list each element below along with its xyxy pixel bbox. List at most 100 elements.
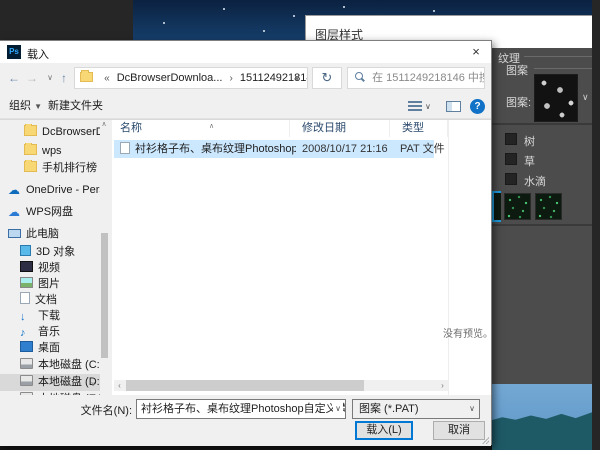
help-icon[interactable]: ? bbox=[470, 99, 485, 114]
disk-icon bbox=[20, 358, 33, 369]
preview-pane: 没有预览。 bbox=[443, 120, 493, 395]
address-dropdown-icon[interactable]: ∨ bbox=[288, 67, 306, 89]
pattern-subsection-title: 图案 bbox=[506, 65, 528, 77]
back-icon[interactable]: ← bbox=[6, 69, 22, 87]
load-button[interactable]: 载入(L) bbox=[355, 421, 413, 440]
pattern-swatch[interactable] bbox=[504, 193, 531, 220]
onedrive-cloud-icon: ☁ bbox=[8, 183, 20, 197]
sidebar-item-phone-ranking[interactable]: 手机排行榜 bbox=[0, 160, 100, 177]
sidebar-item-documents[interactable]: 文档 bbox=[0, 292, 100, 309]
forward-icon[interactable]: → bbox=[24, 69, 40, 87]
sidebar-item-desktop[interactable]: 桌面 bbox=[0, 340, 100, 357]
folder-icon bbox=[24, 124, 37, 136]
computer-icon bbox=[8, 229, 21, 238]
sidebar-item-pictures[interactable]: 图片 bbox=[0, 276, 100, 293]
sidebar-scrollbar[interactable] bbox=[101, 128, 108, 390]
file-row-selected[interactable]: 衬衫格子布、桌布纹理Photoshop自定... 2008/10/17 21:1… bbox=[114, 140, 445, 158]
folder-icon bbox=[24, 160, 37, 172]
search-input[interactable]: 在 1511249218146 中搜索 bbox=[347, 67, 485, 89]
new-folder-button[interactable]: 新建文件夹 bbox=[48, 97, 103, 115]
disk-icon bbox=[20, 392, 33, 395]
selected-pattern-swatch[interactable] bbox=[492, 191, 501, 222]
breadcrumb-root[interactable]: DcBrowserDownloa... bbox=[117, 72, 223, 84]
pattern-swatch[interactable] bbox=[535, 193, 562, 220]
sidebar-item-disk-c[interactable]: 本地磁盘 (C:) bbox=[0, 357, 100, 374]
sidebar-item-music[interactable]: ♪ 音乐 bbox=[0, 324, 100, 341]
up-icon[interactable]: ↑ bbox=[56, 69, 72, 87]
resize-grip[interactable] bbox=[482, 437, 489, 444]
pattern-swatch-row bbox=[490, 190, 600, 223]
star bbox=[293, 15, 295, 17]
horizontal-scrollbar[interactable]: ‹ › bbox=[114, 380, 448, 391]
pattern-dropdown-icon[interactable]: ∨ bbox=[582, 92, 589, 103]
view-options-caret-icon[interactable]: ∨ bbox=[425, 102, 431, 111]
pattern-list-item[interactable]: 草 bbox=[490, 150, 600, 168]
column-header-type[interactable]: 类型 bbox=[396, 120, 448, 137]
scroll-right-icon[interactable]: › bbox=[437, 380, 448, 391]
navigation-sidebar: DcBrowserDow wps 手机排行榜 ☁OneDrive - Pers … bbox=[0, 120, 112, 395]
sort-ascending-icon: ∧ bbox=[209, 123, 215, 130]
filename-value: 衬衫格子布、桌布纹理Photoshop自定义填充素材下载 bbox=[141, 403, 345, 415]
pattern-item-label: 草 bbox=[524, 156, 535, 168]
organize-button[interactable]: 组织 ▼ bbox=[9, 97, 42, 115]
scrollbar-thumb[interactable] bbox=[126, 380, 364, 391]
star bbox=[223, 8, 225, 10]
filetype-select[interactable]: 图案 (*.PAT) ∨ bbox=[352, 399, 480, 419]
pattern-list-item[interactable]: 水滴 bbox=[490, 170, 600, 188]
sidebar-item-3d-objects[interactable]: 3D 对象 bbox=[0, 244, 100, 261]
sidebar-item-dcbrowser[interactable]: DcBrowserDow bbox=[0, 124, 100, 141]
sidebar-item-onedrive[interactable]: ☁ OneDrive - Pers bbox=[0, 182, 100, 199]
new-folder-label: 新建文件夹 bbox=[48, 100, 103, 112]
dialog-main-area: DcBrowserDow wps 手机排行榜 ☁OneDrive - Pers … bbox=[0, 119, 493, 395]
cancel-button[interactable]: 取消 bbox=[433, 421, 485, 440]
chevron-down-icon[interactable]: ∨ bbox=[333, 400, 343, 418]
sidebar-item-disk-e[interactable]: 本地磁盘 (E:) bbox=[0, 391, 100, 395]
sidebar-item-videos[interactable]: 视频 bbox=[0, 260, 100, 277]
column-header-name[interactable]: 名称 ∧ bbox=[114, 120, 290, 137]
breadcrumb-prefix: « bbox=[104, 73, 110, 84]
file-date-cell: 2008/10/17 21:16 bbox=[302, 143, 388, 155]
breadcrumb[interactable]: « DcBrowserDownloa... › 1511249218146 bbox=[74, 67, 308, 89]
pattern-thumb-icon bbox=[505, 173, 517, 185]
scroll-left-icon[interactable]: ‹ bbox=[114, 380, 125, 391]
column-header-date[interactable]: 修改日期 bbox=[296, 120, 390, 137]
desktop-icon bbox=[20, 341, 33, 352]
filetype-value: 图案 (*.PAT) bbox=[359, 403, 419, 415]
sidebar-item-wps[interactable]: wps bbox=[0, 143, 100, 160]
scroll-down-icon[interactable]: ∨ bbox=[88, 380, 98, 390]
sidebar-item-this-pc[interactable]: 此电脑 bbox=[0, 226, 100, 243]
refresh-button[interactable]: ↻ bbox=[312, 67, 342, 89]
pattern-list-item[interactable]: 树 bbox=[490, 130, 600, 148]
breadcrumb-separator: › bbox=[229, 73, 233, 84]
star bbox=[163, 22, 165, 24]
star bbox=[263, 30, 265, 32]
pattern-item-label: 水滴 bbox=[524, 176, 546, 188]
wps-cloud-icon: ☁ bbox=[8, 205, 20, 219]
documents-icon bbox=[20, 292, 30, 304]
filename-input[interactable]: 衬衫格子布、桌布纹理Photoshop自定义填充素材下载 ∨ bbox=[136, 399, 346, 419]
divider bbox=[490, 123, 600, 125]
search-placeholder: 在 1511249218146 中搜索 bbox=[372, 72, 484, 84]
panel-edge bbox=[592, 0, 600, 450]
star bbox=[433, 10, 435, 12]
pattern-preview-thumbnail[interactable] bbox=[534, 74, 578, 122]
dialog-titlebar[interactable]: Ps 载入 × bbox=[0, 41, 491, 63]
preview-pane-toggle-icon[interactable] bbox=[446, 101, 461, 112]
dialog-toolbar: 组织 ▼ 新建文件夹 ∨ ? bbox=[0, 93, 491, 117]
sidebar-item-downloads[interactable]: ↓ 下载 bbox=[0, 308, 100, 325]
mountain-graphic bbox=[490, 412, 592, 450]
pattern-thumb-icon bbox=[505, 153, 517, 165]
divider bbox=[524, 56, 600, 57]
scrollbar-thumb[interactable] bbox=[101, 233, 108, 358]
app-dark-region bbox=[0, 0, 133, 42]
organize-label: 组织 bbox=[9, 100, 31, 112]
sidebar-item-disk-d[interactable]: 本地磁盘 (D:) bbox=[0, 374, 100, 391]
sidebar-item-wps-cloud[interactable]: ☁ WPS网盘 bbox=[0, 204, 100, 221]
pattern-thumb-icon bbox=[505, 133, 517, 145]
close-icon[interactable]: × bbox=[467, 43, 485, 61]
pattern-item-label: 树 bbox=[524, 136, 535, 148]
change-view-icon[interactable] bbox=[408, 101, 422, 112]
star bbox=[343, 6, 345, 8]
disk-icon bbox=[20, 375, 33, 386]
search-icon bbox=[354, 72, 365, 83]
